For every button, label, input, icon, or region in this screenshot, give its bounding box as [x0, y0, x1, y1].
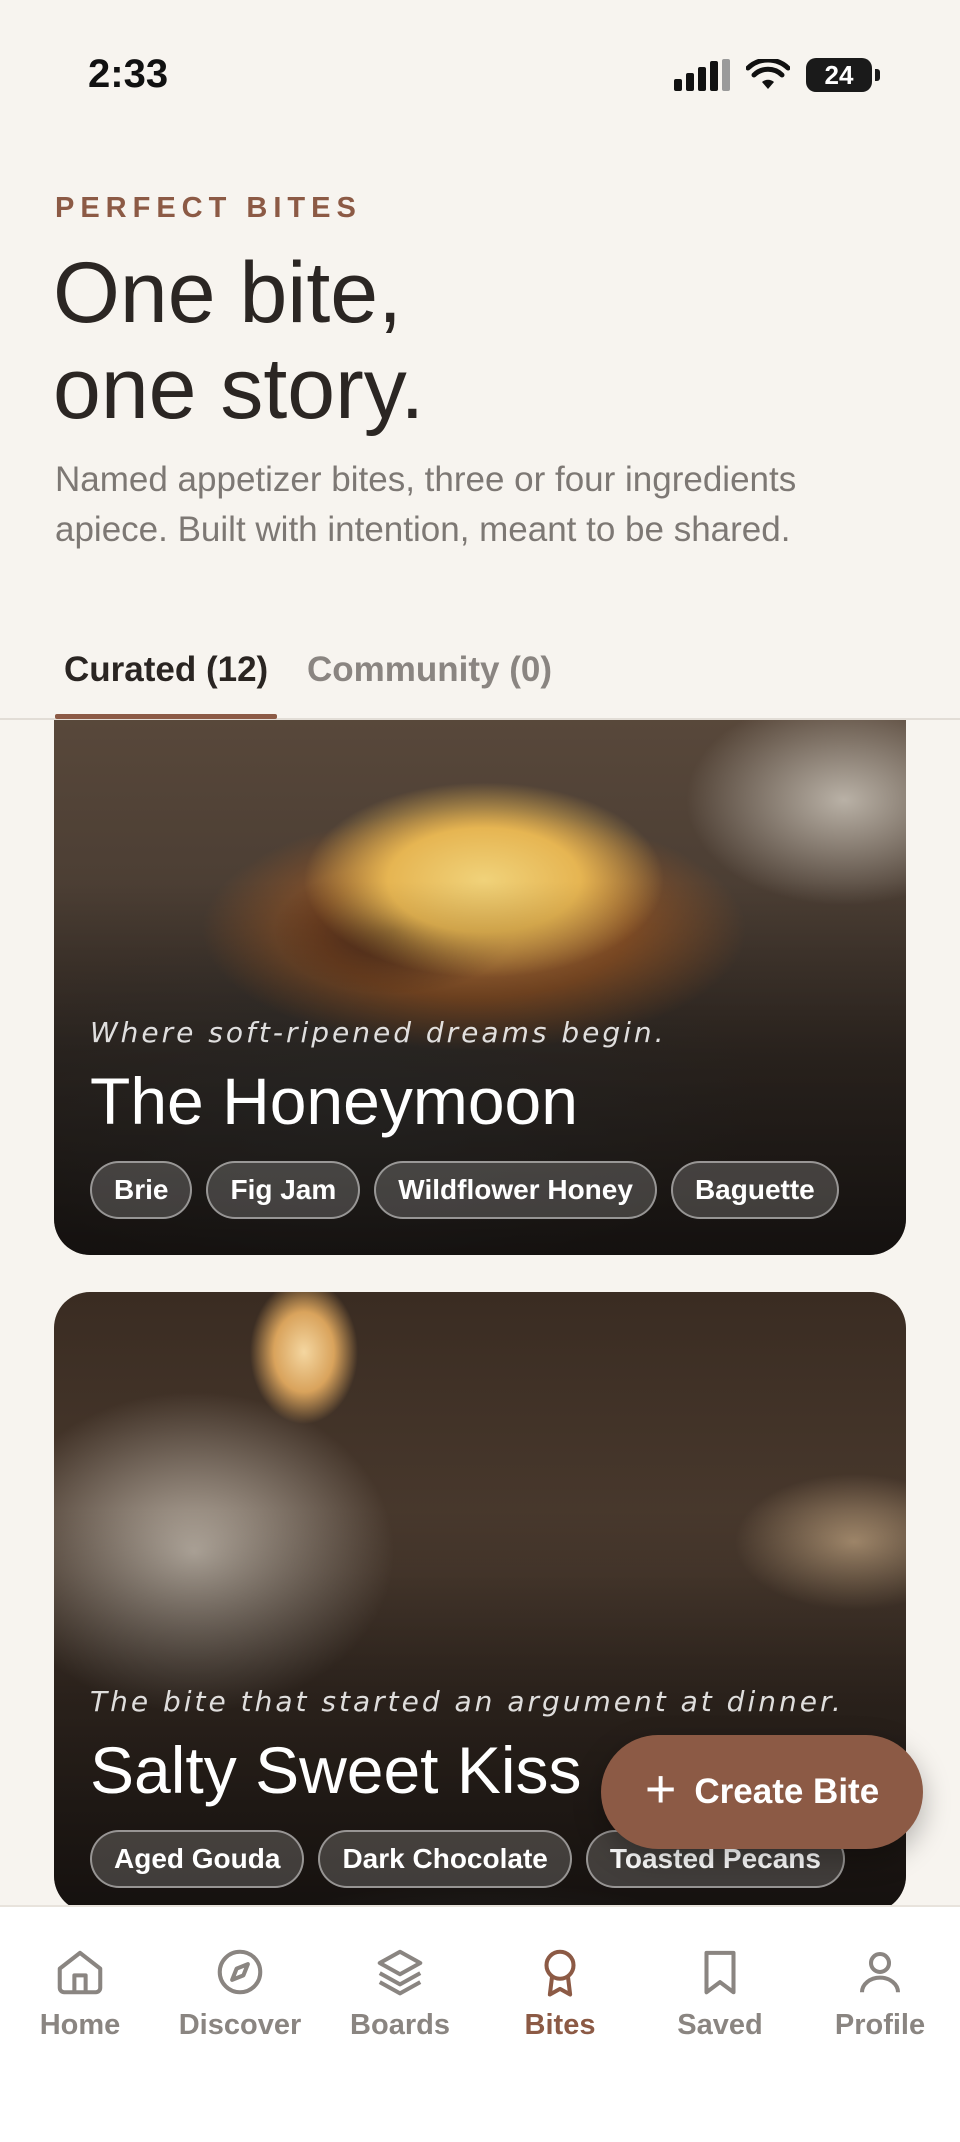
ingredient-chips: Brie Fig Jam Wildflower Honey Baguette	[90, 1161, 870, 1219]
nav-label: Bites	[524, 2009, 596, 2041]
nav-boards[interactable]: Boards	[320, 1945, 480, 2042]
plus-icon: +	[644, 1759, 677, 1819]
ingredient-chip[interactable]: Brie	[90, 1161, 193, 1219]
ingredient-chip[interactable]: Wildflower Honey	[374, 1161, 657, 1219]
nav-discover[interactable]: Discover	[160, 1945, 320, 2042]
nav-label: Home	[39, 2009, 121, 2041]
compass-icon	[217, 1949, 263, 1995]
bookmark-icon	[704, 1950, 736, 1995]
bite-tagline: Where soft-ripened dreams begin.	[90, 1016, 667, 1049]
nav-saved[interactable]: Saved	[640, 1945, 800, 2042]
create-bite-button[interactable]: + Create Bite	[601, 1735, 923, 1849]
user-icon	[859, 1951, 901, 1993]
bottom-nav: Home Discover Boards Bites Saved Profile	[0, 1905, 960, 2142]
battery-icon: 24	[806, 58, 880, 92]
bite-title: The Honeymoon	[90, 1064, 578, 1138]
status-icons: 24	[674, 58, 880, 92]
tab-curated[interactable]: Curated (12)	[55, 638, 278, 719]
home-icon	[57, 1950, 103, 1995]
page-subtitle: Named appetizer bites, three or four ing…	[55, 460, 797, 549]
tab-bar: Curated (12) Community (0)	[0, 630, 960, 720]
page-title-line-2: one story.	[53, 341, 425, 437]
page-title: One bite, one story.	[53, 245, 913, 437]
nav-label: Saved	[677, 2009, 763, 2041]
signal-icon	[674, 59, 730, 91]
ingredient-chip[interactable]: Dark Chocolate	[318, 1830, 572, 1888]
award-icon	[544, 1949, 576, 1997]
nav-home[interactable]: Home	[0, 1945, 160, 2042]
nav-bites[interactable]: Bites	[480, 1945, 640, 2042]
battery-level: 24	[824, 59, 854, 90]
nav-label: Discover	[178, 2009, 302, 2041]
tab-community[interactable]: Community (0)	[298, 638, 561, 718]
layers-icon	[377, 1949, 423, 1996]
status-time: 2:33	[88, 52, 169, 96]
ingredient-chip[interactable]: Fig Jam	[206, 1161, 361, 1219]
nav-label: Profile	[834, 2009, 926, 2041]
page-title-line-1: One bite,	[53, 245, 402, 341]
ingredient-chip[interactable]: Baguette	[670, 1161, 839, 1219]
nav-label: Boards	[350, 2009, 450, 2041]
bite-tagline: The bite that started an argument at din…	[90, 1685, 844, 1718]
eyebrow-label: PERFECT BITES	[55, 192, 362, 224]
create-bite-label: Create Bite	[694, 1772, 880, 1811]
nav-profile[interactable]: Profile	[800, 1945, 960, 2042]
wifi-icon	[746, 59, 790, 89]
ingredient-chip[interactable]: Aged Gouda	[90, 1830, 305, 1888]
bites-feed[interactable]: Where soft-ripened dreams begin. The Hon…	[0, 720, 960, 1905]
status-bar: 2:33 24	[0, 0, 960, 150]
bite-card-content: Where soft-ripened dreams begin. The Hon…	[90, 1016, 870, 1219]
bite-card[interactable]: Where soft-ripened dreams begin. The Hon…	[54, 720, 906, 1255]
